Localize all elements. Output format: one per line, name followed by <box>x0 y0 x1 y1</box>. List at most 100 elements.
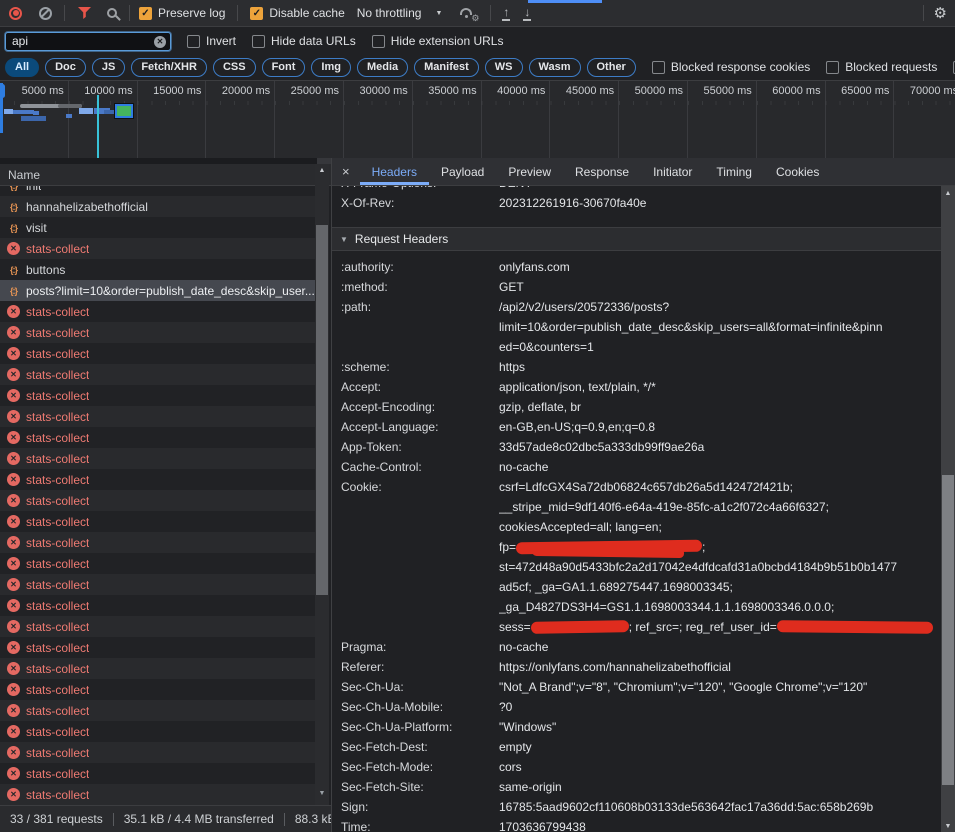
timeline-column[interactable]: 60000 ms <box>757 81 826 158</box>
timeline-column[interactable]: 45000 ms <box>550 81 619 158</box>
filter-chip-fetch-xhr[interactable]: Fetch/XHR <box>131 58 207 77</box>
timeline-left-handle-knob[interactable] <box>0 84 5 98</box>
scroll-up-icon[interactable]: ▲ <box>315 167 329 174</box>
request-row[interactable]: ✕stats-collect <box>0 322 315 343</box>
request-row[interactable]: ✕stats-collect <box>0 637 315 658</box>
timeline-column[interactable]: 15000 ms <box>138 81 207 158</box>
timeline-column[interactable]: 10000 ms <box>69 81 138 158</box>
request-row[interactable]: ✕stats-collect <box>0 532 315 553</box>
filter-icon-button[interactable] <box>78 7 91 19</box>
request-row[interactable]: ✕stats-collect <box>0 301 315 322</box>
filter-chip-wasm[interactable]: Wasm <box>529 58 581 77</box>
invert-checkbox[interactable]: Invert <box>187 34 236 48</box>
import-har-button[interactable]: ↑ <box>502 6 510 21</box>
timeline-column[interactable]: 25000 ms <box>275 81 344 158</box>
request-headers-section[interactable]: ▼ Request Headers <box>332 227 941 251</box>
request-list-scrollbar[interactable]: ▲ ▼ <box>315 164 329 805</box>
request-row[interactable]: ✕stats-collect <box>0 343 315 364</box>
hide-extension-urls-checkbox[interactable]: Hide extension URLs <box>372 34 504 48</box>
tab-response[interactable]: Response <box>563 158 641 185</box>
timeline-column[interactable]: 50000 ms <box>619 81 688 158</box>
record-button[interactable] <box>9 7 22 20</box>
close-icon[interactable]: × <box>336 158 360 185</box>
timeline-column[interactable]: 35000 ms <box>413 81 482 158</box>
checkbox-blocked-requests[interactable]: Blocked requests <box>826 60 937 74</box>
header-value-line: no-cache <box>499 637 941 657</box>
filter-chip-img[interactable]: Img <box>311 58 351 77</box>
timeline-column[interactable]: 40000 ms <box>482 81 551 158</box>
request-row[interactable]: {:}init <box>0 186 315 196</box>
headers-scrollbar[interactable]: ▲ ▼ <box>941 186 955 832</box>
checkbox-blocked-response-cookies[interactable]: Blocked response cookies <box>652 60 810 74</box>
request-row[interactable]: ✕stats-collect <box>0 679 315 700</box>
request-row[interactable]: ✕stats-collect <box>0 238 315 259</box>
clear-button[interactable] <box>39 7 52 20</box>
filter-chip-doc[interactable]: Doc <box>45 58 86 77</box>
tab-payload[interactable]: Payload <box>429 158 496 185</box>
request-row[interactable]: ✕stats-collect <box>0 385 315 406</box>
request-row[interactable]: ✕stats-collect <box>0 553 315 574</box>
timeline-column[interactable]: 55000 ms <box>688 81 757 158</box>
filter-chip-font[interactable]: Font <box>262 58 306 77</box>
timeline-tick-label: 50000 ms <box>635 85 683 97</box>
timeline-tick-label: 20000 ms <box>222 85 270 97</box>
filter-chip-js[interactable]: JS <box>92 58 125 77</box>
chevron-down-icon[interactable]: ▼ <box>435 10 442 17</box>
hide-data-urls-checkbox[interactable]: Hide data URLs <box>252 34 356 48</box>
timeline-column[interactable]: 70000 ms <box>894 81 955 158</box>
request-row[interactable]: {:}buttons <box>0 259 315 280</box>
timeline-overview[interactable]: 5000 ms10000 ms15000 ms20000 ms25000 ms3… <box>0 81 955 158</box>
export-har-button[interactable]: ↓ <box>523 6 531 21</box>
settings-gear-icon[interactable]: ⚙ <box>934 4 947 22</box>
timeline-column[interactable]: 65000 ms <box>826 81 895 158</box>
request-row[interactable]: ✕stats-collect <box>0 742 315 763</box>
search-icon-button[interactable] <box>107 8 117 18</box>
scrollbar-thumb[interactable] <box>316 225 328 595</box>
tab-preview[interactable]: Preview <box>496 158 563 185</box>
scroll-down-icon[interactable]: ▼ <box>941 823 955 830</box>
tab-initiator[interactable]: Initiator <box>641 158 704 185</box>
timeline-column[interactable]: 20000 ms <box>206 81 275 158</box>
request-row[interactable]: {:}posts?limit=10&order=publish_date_des… <box>0 280 315 301</box>
name-column-header[interactable]: Name <box>0 164 331 186</box>
request-row[interactable]: {:}visit <box>0 217 315 238</box>
header-value: 202312261916-30670fa40e <box>499 193 941 213</box>
clear-filter-icon[interactable]: ✕ <box>154 36 166 48</box>
timeline-column[interactable]: 30000 ms <box>344 81 413 158</box>
request-row[interactable]: ✕stats-collect <box>0 574 315 595</box>
filter-chip-ws[interactable]: WS <box>485 58 523 77</box>
tab-headers[interactable]: Headers <box>360 158 429 185</box>
filter-chip-media[interactable]: Media <box>357 58 408 77</box>
filter-chip-all[interactable]: All <box>5 58 39 77</box>
request-row[interactable]: ✕stats-collect <box>0 406 315 427</box>
request-row[interactable]: ✕stats-collect <box>0 763 315 784</box>
scroll-down-icon[interactable]: ▼ <box>315 790 329 797</box>
throttling-select[interactable]: No throttling <box>357 6 422 20</box>
filter-input[interactable] <box>5 32 171 51</box>
scroll-up-icon[interactable]: ▲ <box>941 190 955 197</box>
request-row[interactable]: ✕stats-collect <box>0 784 315 805</box>
request-row[interactable]: ✕stats-collect <box>0 427 315 448</box>
request-row[interactable]: ✕stats-collect <box>0 616 315 637</box>
tab-cookies[interactable]: Cookies <box>764 158 831 185</box>
request-row[interactable]: ✕stats-collect <box>0 595 315 616</box>
disable-cache-checkbox[interactable]: Disable cache <box>250 6 344 20</box>
filter-chip-manifest[interactable]: Manifest <box>414 58 479 77</box>
request-row[interactable]: ✕stats-collect <box>0 490 315 511</box>
request-row[interactable]: ✕stats-collect <box>0 700 315 721</box>
request-row[interactable]: ✕stats-collect <box>0 448 315 469</box>
request-row[interactable]: ✕stats-collect <box>0 469 315 490</box>
checkbox-unchecked-icon <box>187 35 200 48</box>
request-row[interactable]: {:}hannahelizabethofficial <box>0 196 315 217</box>
scrollbar-thumb[interactable] <box>942 475 954 785</box>
tab-timing[interactable]: Timing <box>704 158 764 185</box>
footer-divider <box>284 813 285 826</box>
request-row[interactable]: ✕stats-collect <box>0 364 315 385</box>
request-row[interactable]: ✕stats-collect <box>0 658 315 679</box>
filter-chip-css[interactable]: CSS <box>213 58 256 77</box>
filter-chip-other[interactable]: Other <box>587 58 636 77</box>
request-row[interactable]: ✕stats-collect <box>0 721 315 742</box>
network-conditions-button[interactable]: ⚙ <box>458 6 478 21</box>
request-row[interactable]: ✕stats-collect <box>0 511 315 532</box>
preserve-log-checkbox[interactable]: Preserve log <box>139 6 225 20</box>
